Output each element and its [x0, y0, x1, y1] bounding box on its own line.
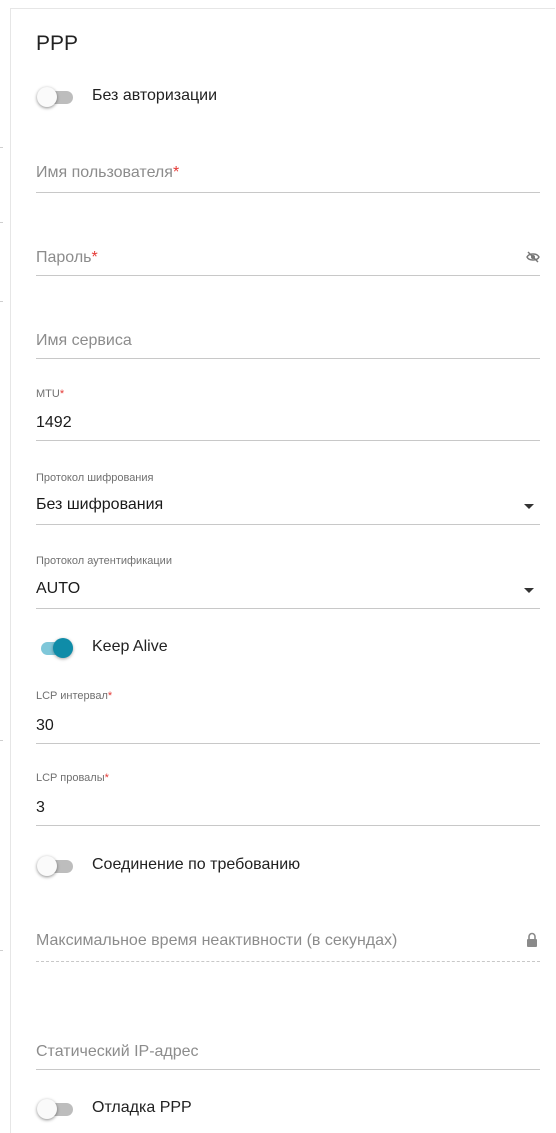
auth-protocol-underline — [36, 608, 540, 609]
encryption-protocol-select[interactable]: Протокол шифрования Без шифрования — [36, 472, 540, 528]
on-demand-toggle[interactable] — [37, 856, 73, 876]
password-underline — [36, 275, 540, 276]
keep-alive-toggle[interactable] — [37, 638, 73, 658]
password-field[interactable]: Пароль* — [36, 245, 540, 281]
lcp-interval-field[interactable]: LCP интервал* 30 — [36, 690, 540, 746]
eye-off-icon[interactable] — [526, 251, 540, 263]
margin-tick — [0, 950, 3, 951]
no-auth-toggle[interactable] — [37, 87, 73, 107]
static-ip-placeholder: Статический IP-адрес — [36, 1043, 199, 1060]
margin-tick — [0, 740, 3, 741]
lock-icon — [527, 932, 537, 947]
lcp-failures-value: 3 — [36, 799, 45, 816]
service-name-field[interactable]: Имя сервиса — [36, 329, 540, 365]
toggle-knob — [37, 856, 57, 876]
idle-time-field: Максимальное время неактивности (в секун… — [36, 930, 540, 966]
mtu-label: MTU* — [36, 388, 65, 400]
margin-tick — [0, 222, 3, 223]
encryption-protocol-value: Без шифрования — [36, 496, 164, 513]
lcp-failures-field[interactable]: LCP провалы* 3 — [36, 772, 540, 828]
section-title: PPP — [36, 32, 79, 55]
margin-tick — [0, 147, 3, 148]
caret-down-icon[interactable] — [524, 504, 534, 509]
service-name-underline — [36, 358, 540, 359]
static-ip-underline — [36, 1069, 540, 1070]
toggle-knob — [37, 87, 57, 107]
static-ip-field[interactable]: Статический IP-адрес — [36, 1041, 540, 1077]
idle-time-underline — [36, 961, 540, 962]
auth-protocol-label: Протокол аутентификации — [36, 555, 172, 567]
lcp-failures-underline — [36, 825, 540, 826]
service-name-placeholder: Имя сервиса — [36, 332, 132, 349]
encryption-protocol-underline — [36, 524, 540, 525]
toggle-knob — [53, 638, 73, 658]
auth-protocol-select[interactable]: Протокол аутентификации AUTO — [36, 555, 540, 611]
ppp-debug-toggle[interactable] — [37, 1099, 73, 1119]
on-demand-label: Соединение по требованию — [92, 856, 301, 873]
caret-down-icon[interactable] — [524, 588, 534, 593]
lcp-interval-value: 30 — [36, 717, 54, 734]
lcp-interval-underline — [36, 743, 540, 744]
no-auth-label: Без авторизации — [92, 87, 218, 104]
lcp-failures-label: LCP провалы* — [36, 772, 109, 784]
lcp-interval-label: LCP интервал* — [36, 690, 113, 702]
mtu-value: 1492 — [36, 414, 72, 431]
encryption-protocol-label: Протокол шифрования — [36, 472, 154, 484]
username-field[interactable]: Имя пользователя* — [36, 160, 540, 196]
mtu-underline — [36, 440, 540, 441]
keep-alive-label: Keep Alive — [92, 638, 168, 655]
idle-time-placeholder: Максимальное время неактивности (в секун… — [36, 932, 398, 949]
margin-tick — [0, 301, 3, 302]
toggle-knob — [37, 1099, 57, 1119]
username-underline — [36, 192, 540, 193]
ppp-debug-label: Отладка PPP — [92, 1099, 192, 1116]
password-placeholder: Пароль* — [36, 249, 98, 266]
username-placeholder: Имя пользователя* — [36, 164, 180, 181]
mtu-field[interactable]: MTU* 1492 — [36, 388, 540, 444]
auth-protocol-value: AUTO — [36, 580, 81, 597]
